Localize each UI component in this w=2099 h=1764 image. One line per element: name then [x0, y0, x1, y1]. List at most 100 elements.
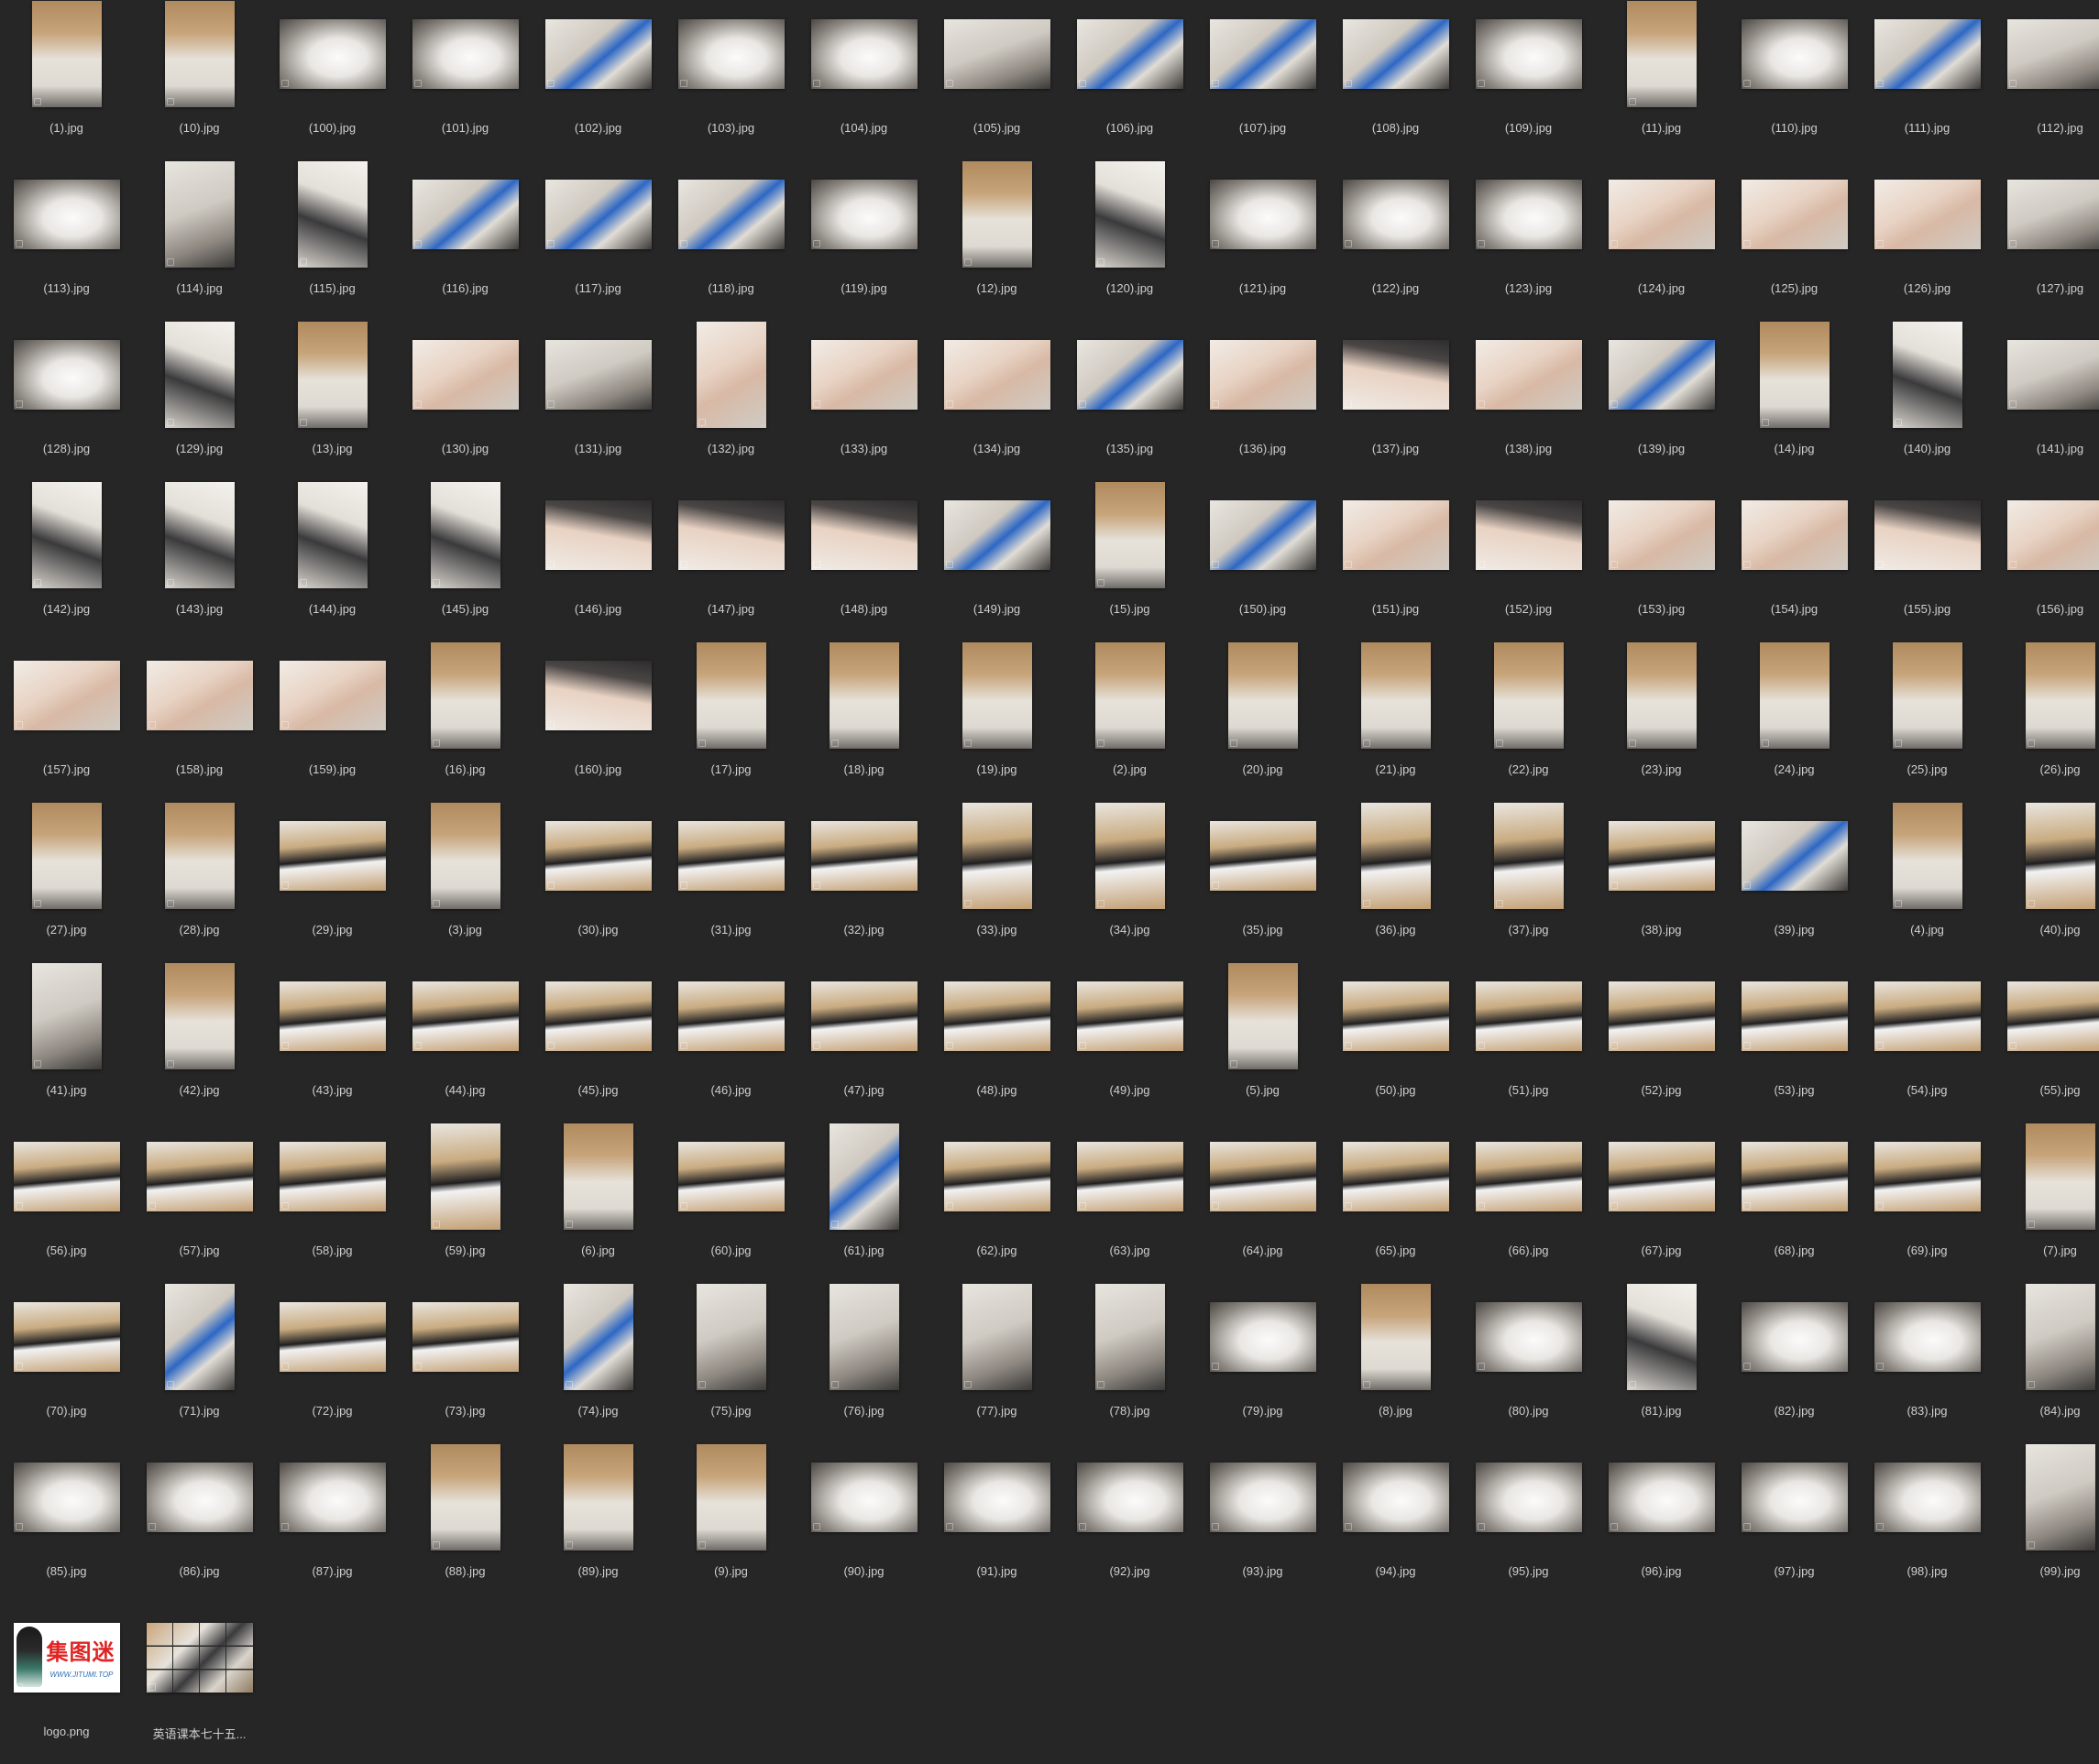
file-item[interactable]: (53).jpg	[1728, 962, 1861, 1123]
file-thumbnail[interactable]	[1493, 803, 1564, 909]
file-item[interactable]: (64).jpg	[1196, 1123, 1329, 1283]
file-thumbnail[interactable]	[13, 340, 120, 410]
file-thumbnail[interactable]	[962, 1284, 1032, 1390]
file-item[interactable]: (122).jpg	[1329, 160, 1462, 321]
file-thumbnail[interactable]	[164, 1284, 235, 1390]
file-thumbnail[interactable]	[1892, 803, 1962, 909]
file-item[interactable]: (30).jpg	[532, 802, 665, 962]
file-item[interactable]: (8).jpg	[1329, 1283, 1462, 1443]
file-item[interactable]: (61).jpg	[797, 1123, 930, 1283]
file-thumbnail[interactable]	[943, 340, 1050, 410]
file-item[interactable]: (70).jpg	[0, 1283, 133, 1443]
file-thumbnail[interactable]	[563, 1444, 633, 1550]
file-thumbnail[interactable]	[829, 1284, 899, 1390]
file-thumbnail[interactable]	[943, 1142, 1050, 1211]
file-item[interactable]: (132).jpg	[665, 321, 797, 481]
file-thumbnail[interactable]	[164, 963, 235, 1069]
file-item[interactable]: (19).jpg	[930, 641, 1063, 802]
file-thumbnail[interactable]	[1094, 482, 1165, 588]
file-thumbnail[interactable]	[829, 1123, 899, 1230]
file-thumbnail[interactable]	[1475, 981, 1582, 1051]
file-item[interactable]: (47).jpg	[797, 962, 930, 1123]
file-item[interactable]: (22).jpg	[1462, 641, 1595, 802]
file-item[interactable]: (105).jpg	[930, 0, 1063, 160]
file-item[interactable]: (16).jpg	[399, 641, 532, 802]
file-item[interactable]: (56).jpg	[0, 1123, 133, 1283]
file-item[interactable]: (148).jpg	[797, 481, 930, 641]
file-item[interactable]: (5).jpg	[1196, 962, 1329, 1123]
file-item[interactable]: (134).jpg	[930, 321, 1063, 481]
file-thumbnail[interactable]	[810, 19, 918, 89]
file-item[interactable]: (135).jpg	[1063, 321, 1196, 481]
file-item[interactable]: (13).jpg	[266, 321, 399, 481]
file-thumbnail[interactable]	[1094, 642, 1165, 749]
file-item[interactable]: (58).jpg	[266, 1123, 399, 1283]
file-thumbnail[interactable]	[430, 642, 500, 749]
file-item[interactable]: (151).jpg	[1329, 481, 1462, 641]
file-item[interactable]: (45).jpg	[532, 962, 665, 1123]
file-item[interactable]: (138).jpg	[1462, 321, 1595, 481]
file-thumbnail[interactable]	[1076, 19, 1183, 89]
file-thumbnail[interactable]	[810, 340, 918, 410]
file-item[interactable]: (68).jpg	[1728, 1123, 1861, 1283]
file-thumbnail[interactable]	[297, 161, 368, 268]
file-thumbnail[interactable]	[1741, 180, 1848, 249]
file-item[interactable]: (37).jpg	[1462, 802, 1595, 962]
file-thumbnail[interactable]	[962, 803, 1032, 909]
file-thumbnail[interactable]	[943, 19, 1050, 89]
file-item[interactable]: (84).jpg	[1994, 1283, 2099, 1443]
file-item[interactable]: (112).jpg	[1994, 0, 2099, 160]
file-thumbnail[interactable]	[1608, 1142, 1715, 1211]
file-thumbnail[interactable]	[1342, 1142, 1449, 1211]
file-thumbnail[interactable]	[1874, 1142, 1981, 1211]
file-item[interactable]: (6).jpg	[532, 1123, 665, 1283]
file-thumbnail[interactable]	[13, 1142, 120, 1211]
file-item[interactable]: (113).jpg	[0, 160, 133, 321]
file-item[interactable]: (50).jpg	[1329, 962, 1462, 1123]
file-item[interactable]: (82).jpg	[1728, 1283, 1861, 1443]
file-item[interactable]: (133).jpg	[797, 321, 930, 481]
file-thumbnail[interactable]	[810, 500, 918, 570]
file-item[interactable]: (46).jpg	[665, 962, 797, 1123]
file-item[interactable]: (131).jpg	[532, 321, 665, 481]
file-thumbnail[interactable]	[1493, 642, 1564, 749]
file-thumbnail[interactable]	[810, 821, 918, 891]
file-thumbnail[interactable]	[279, 981, 386, 1051]
file-item[interactable]: (18).jpg	[797, 641, 930, 802]
file-item[interactable]: (106).jpg	[1063, 0, 1196, 160]
file-item[interactable]: (121).jpg	[1196, 160, 1329, 321]
file-thumbnail[interactable]	[279, 821, 386, 891]
file-thumbnail[interactable]	[1475, 340, 1582, 410]
file-item[interactable]: (126).jpg	[1861, 160, 1994, 321]
file-item[interactable]: (32).jpg	[797, 802, 930, 962]
file-item[interactable]: (3).jpg	[399, 802, 532, 962]
file-thumbnail[interactable]	[279, 19, 386, 89]
file-item[interactable]: (146).jpg	[532, 481, 665, 641]
file-item[interactable]: (89).jpg	[532, 1443, 665, 1604]
file-thumbnail[interactable]	[696, 1284, 766, 1390]
file-thumbnail[interactable]	[544, 500, 652, 570]
file-thumbnail[interactable]	[146, 1142, 253, 1211]
file-item[interactable]: (87).jpg	[266, 1443, 399, 1604]
file-item[interactable]: (7).jpg	[1994, 1123, 2099, 1283]
file-item[interactable]: (33).jpg	[930, 802, 1063, 962]
file-item[interactable]: (140).jpg	[1861, 321, 1994, 481]
file-item[interactable]: (27).jpg	[0, 802, 133, 962]
file-item[interactable]: (78).jpg	[1063, 1283, 1196, 1443]
file-item[interactable]: (43).jpg	[266, 962, 399, 1123]
file-thumbnail[interactable]	[1475, 19, 1582, 89]
file-thumbnail[interactable]	[2006, 19, 2099, 89]
file-item[interactable]: (40).jpg	[1994, 802, 2099, 962]
file-item[interactable]: (42).jpg	[133, 962, 266, 1123]
file-thumbnail[interactable]	[1759, 642, 1830, 749]
file-thumbnail[interactable]	[1209, 19, 1316, 89]
file-thumbnail[interactable]	[13, 1463, 120, 1532]
file-thumbnail[interactable]	[1209, 180, 1316, 249]
file-thumbnail[interactable]	[146, 1463, 253, 1532]
file-item[interactable]: (86).jpg	[133, 1443, 266, 1604]
file-thumbnail[interactable]	[1076, 340, 1183, 410]
file-item[interactable]: (108).jpg	[1329, 0, 1462, 160]
file-thumbnail[interactable]	[1475, 500, 1582, 570]
file-thumbnail[interactable]	[544, 661, 652, 730]
file-item[interactable]: (144).jpg	[266, 481, 399, 641]
